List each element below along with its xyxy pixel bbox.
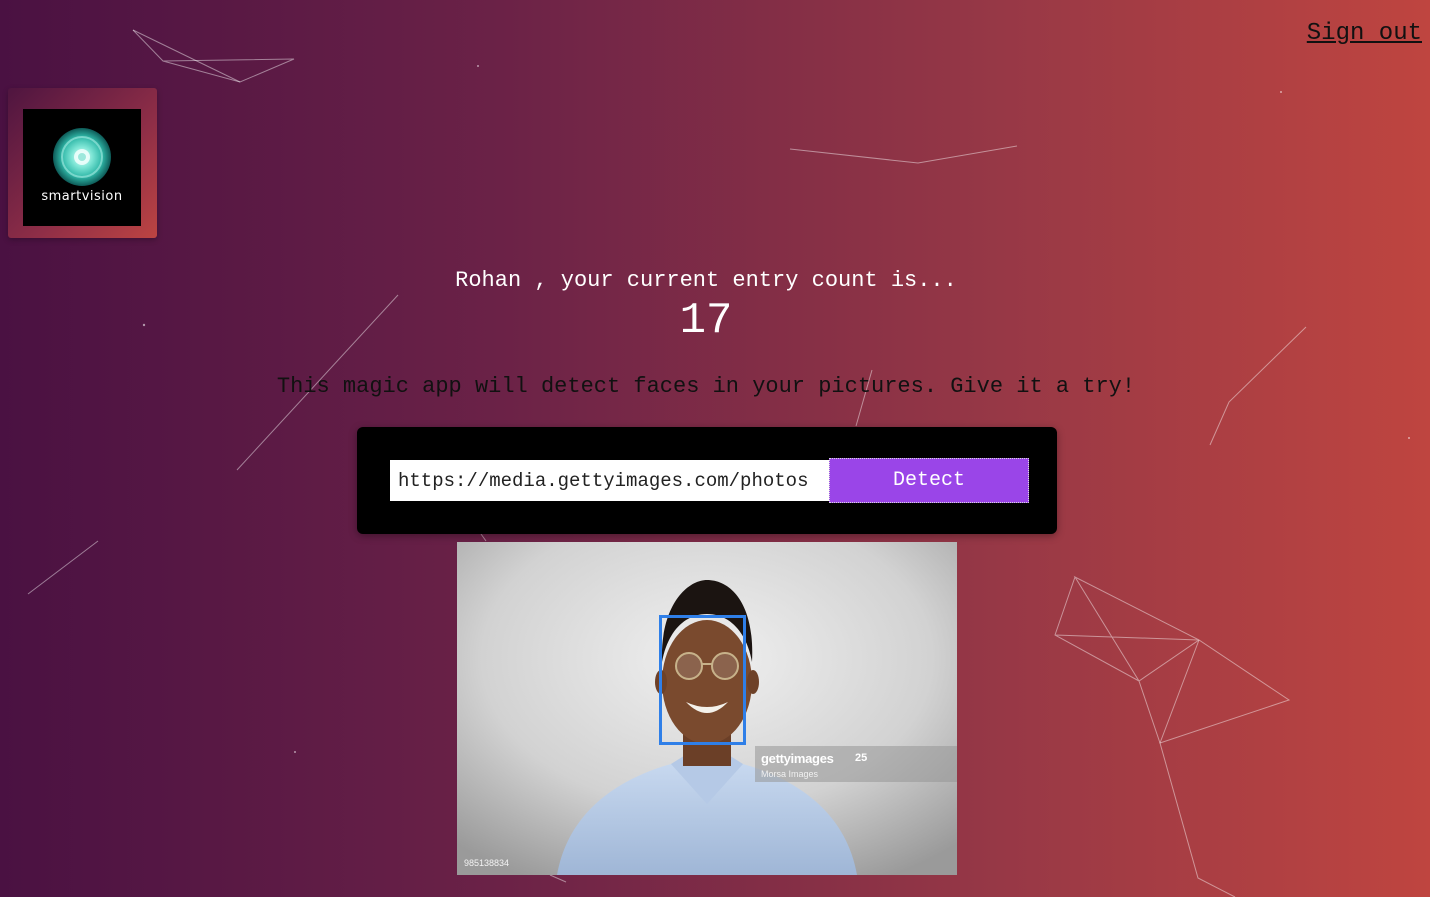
stock-watermark: gettyimages 25 Morsa Images [755,746,957,782]
concentric-circle-lens-icon [53,128,111,186]
logo-card: smartvision [8,88,157,238]
logo-brand-text: smartvision [41,189,123,204]
watermark-brand: gettyimages [761,751,834,766]
detect-button[interactable]: Detect [829,458,1029,503]
entry-count-value: 17 [679,296,733,346]
watermark-years: 25 [855,752,868,764]
face-recognition-image: gettyimages 25 Morsa Images 985138834 [457,542,957,875]
image-link-form: Detect [357,427,1057,534]
sign-out-link[interactable]: Sign out [1307,20,1422,47]
image-number: 985138834 [464,858,510,868]
image-url-input[interactable] [390,460,830,501]
app-tagline: This magic app will detect faces in your… [276,374,1136,399]
entry-count-greeting: Rohan , your current entry count is... [455,268,957,293]
face-bounding-box [659,615,746,745]
logo: smartvision [23,109,141,226]
watermark-credit: Morsa Images [761,769,819,779]
